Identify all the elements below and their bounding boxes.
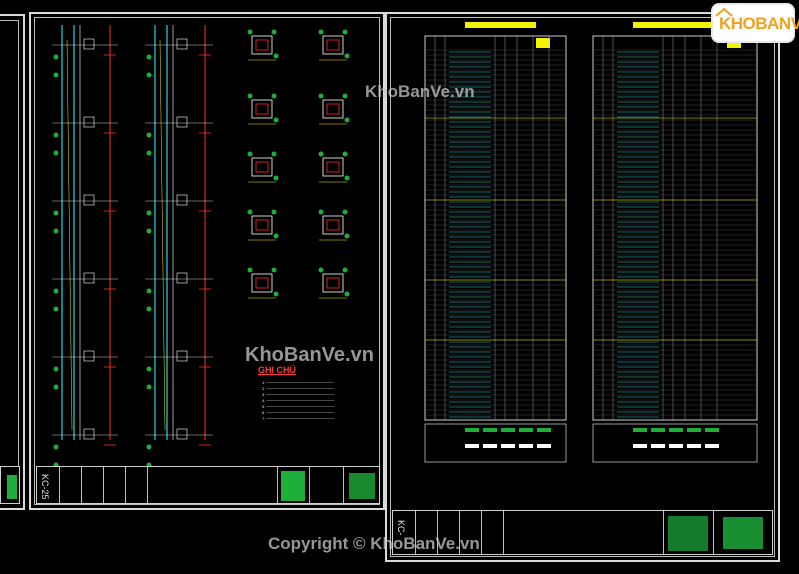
note-line: 7. ──────────────────────── [262, 416, 335, 421]
column-section-detail [247, 29, 279, 61]
note-line: 6. ──────────────────────── [262, 410, 335, 415]
column-section-detail [247, 93, 279, 125]
note-line: 2. ──────────────────────── [262, 386, 335, 391]
column-elevation [145, 25, 213, 468]
watermark-middle: KhoBanVe.vn [245, 344, 374, 366]
watermark-top: KhoBanVe.vn [365, 82, 475, 101]
title-block-green-mark [723, 517, 763, 549]
column-section-detail [318, 29, 350, 61]
column-section-detail [318, 93, 350, 125]
column-section-detail [247, 151, 279, 183]
column-elevation [52, 25, 118, 468]
column-section-detail [247, 209, 279, 241]
brand-logo: KHOBANVE [711, 3, 799, 43]
column-section-detail [247, 267, 279, 299]
note-line: 4. ──────────────────────── [262, 398, 335, 403]
column-section-detail [318, 151, 350, 183]
note-line: 5. ──────────────────────── [262, 404, 335, 409]
rebar-schedule-table [592, 22, 758, 463]
title-block-green-mark [281, 471, 305, 501]
column-section-detail [318, 209, 350, 241]
note-line: 1. ──────────────────────── [262, 380, 335, 385]
sheet-code-middle: KC-25 [40, 474, 50, 500]
watermark-copyright: Copyright © KhoBanVe.vn [268, 534, 480, 553]
brand-logo-text: KHOBANVE [719, 14, 799, 33]
title-block-green-mark [668, 516, 708, 551]
title-block-left-partial [0, 466, 20, 504]
title-block-green-mark [349, 473, 375, 499]
title-block-middle [36, 466, 380, 504]
column-section-detail [318, 267, 350, 299]
note-line: 3. ──────────────────────── [262, 392, 335, 397]
